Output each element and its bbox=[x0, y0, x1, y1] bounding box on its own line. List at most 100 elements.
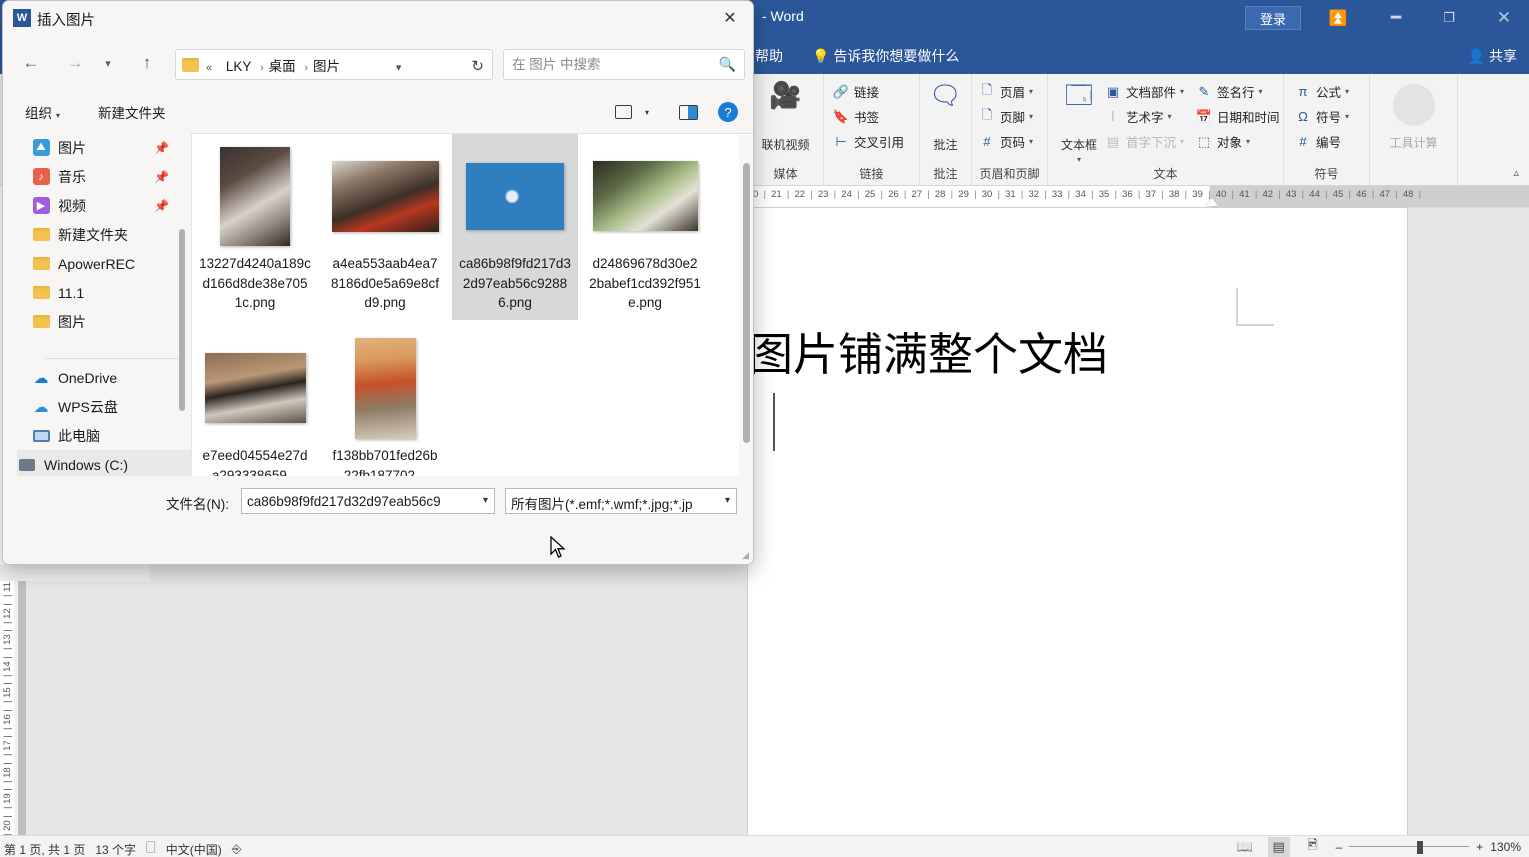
ruler-indent-marker[interactable] bbox=[1206, 198, 1218, 206]
page-number-button[interactable]: # 页码 ▾ bbox=[978, 129, 1033, 154]
zoom-level-label[interactable]: 130% bbox=[1490, 840, 1521, 854]
pin-icon[interactable]: 📌 bbox=[154, 141, 169, 155]
zoom-slider[interactable] bbox=[1349, 840, 1470, 854]
chevron-down-icon[interactable]: ▾ bbox=[93, 45, 123, 81]
share-button[interactable]: 👤 共享 bbox=[1468, 46, 1517, 66]
pin-icon[interactable]: 📌 bbox=[154, 170, 169, 184]
collapse-ribbon-icon[interactable]: ▵ bbox=[1513, 166, 1519, 179]
vertical-ruler[interactable]: | 11 | | 12 | | 13 | | 14 | | 15 | | 16 | | 17… bbox=[0, 565, 18, 835]
cross-reference-icon: ⊢ bbox=[835, 133, 847, 149]
chevron-down-icon[interactable]: ▾ bbox=[396, 62, 402, 74]
navigation-pane[interactable]: ⛰ 图片 📌 ♪ 音乐 📌 ▶ 视频 📌 新建文件夹 ApowerREC 11.1 图片 ☁ OneDriv… bbox=[3, 133, 191, 476]
file-name-input[interactable] bbox=[247, 489, 469, 513]
cross-reference-button[interactable]: ⊢ 交叉引用 bbox=[832, 129, 904, 154]
file-tile[interactable]: ca86b98f9fd217d32d97eab56c92886.png bbox=[452, 134, 578, 320]
file-tile[interactable]: a4ea553aab4ea78186d0e5a69e8cfd9.png bbox=[322, 134, 448, 320]
preview-pane-icon[interactable] bbox=[675, 99, 701, 125]
pin-icon[interactable]: 📌 bbox=[154, 199, 169, 213]
symbol-button[interactable]: Ω 符号 ▾ bbox=[1294, 104, 1349, 129]
web-layout-icon[interactable]: 🖻 bbox=[1302, 837, 1324, 857]
file-list-pane[interactable]: 13227d4240a189cd166d8de38e7051c.png a4ea5… bbox=[191, 133, 753, 476]
footer-button[interactable]: 🗋 页脚 ▾ bbox=[978, 104, 1033, 129]
sidebar-item-1[interactable]: ♪ 音乐 📌 bbox=[31, 162, 191, 191]
file-tile[interactable]: f138bb701fed26b22fb187702... bbox=[322, 326, 448, 476]
sidebar-item-9[interactable]: 此电脑 bbox=[31, 421, 191, 450]
sidebar-item-8[interactable]: ☁ WPS云盘 bbox=[31, 392, 191, 421]
document-parts-button[interactable]: ▣ 文档部件 ▾ bbox=[1104, 79, 1184, 104]
zoom-in-button[interactable]: + bbox=[1476, 840, 1483, 854]
refresh-icon[interactable]: ↻ bbox=[471, 57, 484, 75]
word-art-button[interactable]: 𝄀 艺术字 ▾ bbox=[1104, 104, 1172, 129]
file-list-scrollbar[interactable] bbox=[739, 135, 753, 476]
tool-calc-button[interactable]: 工具计算 bbox=[1370, 84, 1457, 151]
sidebar-item-5[interactable]: 11.1 bbox=[31, 278, 191, 307]
zoom-control[interactable]: – + 130% bbox=[1336, 840, 1521, 854]
chevron-down-icon[interactable]: ▾ bbox=[725, 495, 730, 506]
ribbon-display-options-icon[interactable]: ⏫ bbox=[1324, 5, 1352, 31]
sidebar-item-2[interactable]: ▶ 视频 📌 bbox=[31, 191, 191, 220]
close-icon[interactable]: ✕ bbox=[1490, 5, 1518, 31]
bookmark-button[interactable]: 🔖 书签 bbox=[832, 104, 879, 129]
breadcrumb-part-1[interactable]: 桌面 bbox=[269, 59, 296, 74]
document-body-text[interactable]: 图片铺满整个文档 bbox=[748, 318, 1408, 383]
sign-in-button[interactable]: 登录 bbox=[1245, 6, 1301, 30]
date-time-button[interactable]: 📅 日期和时间 bbox=[1195, 104, 1280, 129]
chevron-down-icon[interactable]: ▾ bbox=[639, 99, 655, 125]
new-comment-button[interactable]: 🗨 批注 bbox=[920, 80, 971, 153]
signature-line-button[interactable]: ✎ 签名行 ▾ bbox=[1195, 79, 1263, 104]
number-button[interactable]: # 编号 bbox=[1294, 129, 1341, 154]
help-icon[interactable]: ? bbox=[715, 99, 741, 125]
print-layout-icon[interactable]: ▤ bbox=[1267, 837, 1290, 857]
close-icon[interactable]: ✕ bbox=[707, 1, 753, 35]
accessibility-icon[interactable]: ⎆ bbox=[232, 842, 242, 857]
link-button[interactable]: 🔗 链接 bbox=[832, 79, 879, 104]
resize-grip[interactable]: ◢ bbox=[742, 550, 749, 561]
sidebar-item-10[interactable]: Windows (C:) bbox=[17, 450, 191, 476]
breadcrumb[interactable]: « LKY › 桌面 › 图片 ▾ ↻ bbox=[175, 49, 493, 80]
file-name-field[interactable]: ▾ bbox=[241, 488, 495, 514]
arrow-right-icon[interactable]: → bbox=[57, 45, 93, 81]
file-tile[interactable]: e7eed04554e27da293338659... bbox=[192, 326, 318, 476]
breadcrumb-part-0[interactable]: LKY bbox=[226, 59, 251, 74]
tab-help[interactable]: 帮助 bbox=[755, 46, 783, 66]
ruler-minor-tick: | bbox=[1067, 189, 1071, 200]
read-mode-icon[interactable]: 📖 bbox=[1234, 837, 1256, 857]
header-button[interactable]: 🗋 页眉 ▾ bbox=[978, 79, 1033, 104]
chevron-down-icon[interactable]: ▾ bbox=[483, 495, 488, 506]
minimize-icon[interactable]: ━ bbox=[1382, 5, 1410, 31]
zoom-slider-thumb[interactable] bbox=[1417, 841, 1424, 854]
sidebar-item-0[interactable]: ⛰ 图片 📌 bbox=[31, 133, 191, 162]
object-button[interactable]: ⬚ 对象 ▾ bbox=[1195, 129, 1250, 154]
new-folder-button[interactable]: 新建文件夹 bbox=[98, 102, 166, 122]
drop-cap-button[interactable]: ▤ 首字下沉 ▾ bbox=[1104, 129, 1184, 154]
breadcrumb-text[interactable]: « LKY › 桌面 › 图片 ▾ bbox=[206, 55, 401, 75]
sidebar-item-7[interactable]: ☁ OneDrive bbox=[31, 363, 191, 392]
search-icon[interactable]: 🔍 bbox=[719, 56, 736, 73]
view-mode-icon[interactable] bbox=[611, 99, 635, 125]
search-input[interactable] bbox=[512, 50, 712, 79]
tell-me-box[interactable]: 💡 告诉我你想要做什么 bbox=[812, 46, 959, 66]
sidebar-item-6[interactable]: 图片 bbox=[31, 307, 191, 336]
word-count[interactable]: 13 个字 bbox=[95, 841, 136, 857]
equation-button[interactable]: π 公式 ▾ bbox=[1294, 79, 1350, 104]
file-type-dropdown[interactable]: 所有图片(*.emf;*.wmf;*.jpg;*.jp ▾ bbox=[505, 488, 737, 514]
search-box[interactable]: 🔍 bbox=[503, 49, 745, 80]
online-video-button[interactable]: 🎥 联机视频 bbox=[748, 80, 823, 153]
sidebar-item-4[interactable]: ApowerREC bbox=[31, 249, 191, 278]
file-tile[interactable]: d24869678d30e22babef1cd392f951e.png bbox=[582, 134, 708, 320]
page-info[interactable]: 第 1 页, 共 1 页 bbox=[4, 841, 85, 857]
arrow-left-icon[interactable]: ← bbox=[13, 45, 49, 81]
proofing-icon[interactable]: 🗌 bbox=[146, 839, 156, 857]
zoom-out-button[interactable]: – bbox=[1336, 840, 1343, 854]
horizontal-ruler[interactable]: 20|21|22|23|24|25|26|27|28|29|30|31|32|3… bbox=[740, 186, 1529, 208]
organize-button[interactable]: 组织 ▾ bbox=[25, 102, 60, 122]
arrow-up-icon[interactable]: ↑ bbox=[129, 45, 165, 81]
breadcrumb-part-2[interactable]: 图片 bbox=[313, 59, 340, 74]
language-label[interactable]: 中文(中国) bbox=[166, 841, 222, 857]
file-tile[interactable]: 13227d4240a189cd166d8de38e7051c.png bbox=[192, 134, 318, 320]
restore-icon[interactable]: ❐ bbox=[1435, 5, 1463, 31]
document-page[interactable]: 图片铺满整个文档 bbox=[748, 208, 1407, 835]
sidebar-item-3[interactable]: 新建文件夹 bbox=[31, 220, 191, 249]
text-box-button[interactable]: 🗔 文本框 ▾ bbox=[1050, 80, 1108, 164]
file-list-scrollbar-thumb[interactable] bbox=[743, 163, 750, 443]
